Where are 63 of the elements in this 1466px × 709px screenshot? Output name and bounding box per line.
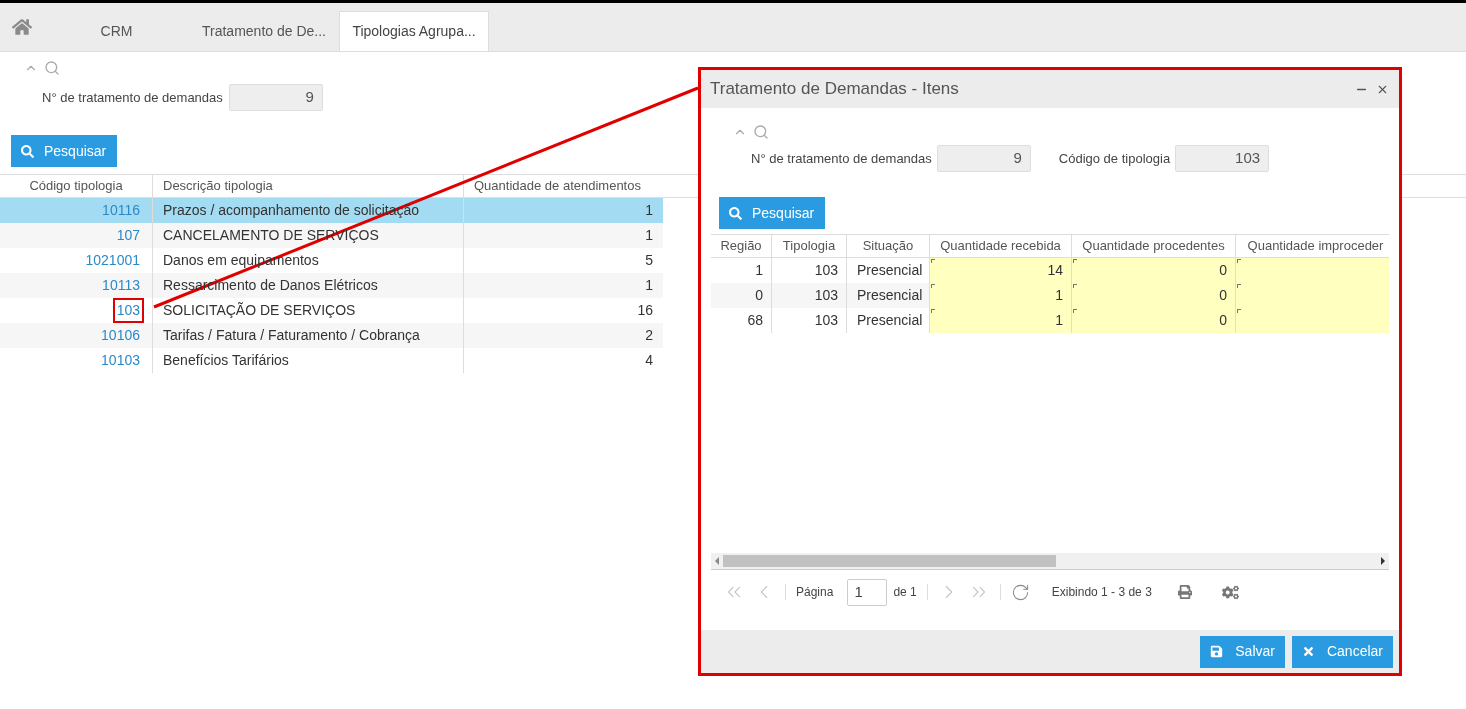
table-cell-text: 68	[746, 311, 764, 330]
search-icon[interactable]	[44, 60, 60, 76]
editable-cell[interactable]	[1235, 258, 1389, 283]
editable-cell[interactable]: 1	[929, 308, 1071, 333]
code-link[interactable]: 10113	[98, 273, 144, 298]
code-link[interactable]: 1021001	[81, 248, 144, 273]
records-summary: Exibindo 1 - 3 de 3	[1051, 584, 1152, 601]
table-cell-text: Tarifas / Fatura / Faturamento / Cobrança	[163, 326, 420, 345]
demand-number-field[interactable]: 9	[228, 84, 323, 111]
code-link[interactable]: 10106	[97, 323, 144, 348]
column-header[interactable]: Situação	[862, 236, 914, 256]
settings-icon[interactable]	[1221, 584, 1239, 600]
page-count: de 1	[893, 584, 917, 601]
refresh-icon[interactable]	[1010, 582, 1030, 602]
table-cell-text: SOLICITAÇÃO DE SERVIÇOS	[163, 301, 356, 320]
table-cell: 103	[771, 308, 846, 333]
tab[interactable]: Tipologias Agrupa...	[339, 11, 489, 51]
column-header[interactable]: Quantidade procedentes	[1082, 236, 1225, 256]
table-row[interactable]: 10106 Tarifas / Fatura / Faturamento / Cobrança 2	[0, 323, 663, 348]
input-field[interactable]: 9	[936, 145, 1031, 172]
code-link[interactable]: 103	[112, 298, 144, 323]
code-link[interactable]: 10103	[97, 348, 144, 373]
code-link[interactable]: 107	[112, 223, 144, 248]
table-cell-text: 4	[645, 351, 653, 370]
save-icon	[1210, 645, 1224, 658]
search-icon	[729, 206, 742, 220]
column-header[interactable]: Tipologia	[782, 236, 836, 256]
close-icon	[1301, 645, 1315, 658]
search-icon	[21, 144, 34, 158]
table-cell-text: Benefícios Tarifários	[163, 351, 289, 370]
field-label: N° de tratamento de demandas	[751, 149, 932, 168]
editable-cell[interactable]: 0	[1071, 308, 1235, 333]
field-label: N° de tratamento de demandas	[42, 88, 223, 107]
tab[interactable]: CRM	[44, 11, 189, 51]
table-cell-text: 1	[645, 276, 653, 295]
search-icon[interactable]	[753, 124, 769, 140]
column-header[interactable]: Quantidade recebida	[940, 236, 1061, 256]
editable-cell[interactable]: 0	[1071, 258, 1235, 283]
editable-cell[interactable]: 1	[929, 283, 1071, 308]
field-label: Código de tipologia	[1058, 149, 1171, 168]
home-icon[interactable]	[12, 18, 32, 36]
table-cell-text: 5	[645, 251, 653, 270]
editable-cell[interactable]: 0	[1071, 283, 1235, 308]
print-icon[interactable]	[1177, 585, 1192, 599]
input-field[interactable]: 103	[1175, 145, 1270, 172]
page-input[interactable]: 1	[847, 578, 888, 606]
table-cell-text: 1	[754, 261, 764, 280]
table-cell-text: 1	[645, 201, 653, 220]
column-header[interactable]: Quantidade de atendimentos	[474, 176, 641, 196]
table-cell-text: 2	[645, 326, 653, 345]
editable-cell[interactable]: 14	[929, 258, 1071, 283]
page-label: Página	[796, 584, 834, 601]
dialog-title: Tratamento de Demandas - Itens	[710, 78, 959, 101]
editable-cell[interactable]	[1235, 308, 1389, 333]
table-cell-text: 0	[754, 286, 764, 305]
tab[interactable]: Tratamento de De...	[189, 11, 339, 51]
table-cell-text: 16	[637, 301, 653, 320]
column-header[interactable]: Descrição tipologia	[163, 176, 273, 196]
column-header[interactable]: Código tipologia	[29, 176, 123, 196]
column-header[interactable]: Quantidade improceder	[1247, 236, 1384, 256]
column-header[interactable]: Região	[720, 236, 762, 256]
table-cell-text: 1	[645, 226, 653, 245]
horizontal-scrollbar[interactable]	[711, 553, 1389, 570]
